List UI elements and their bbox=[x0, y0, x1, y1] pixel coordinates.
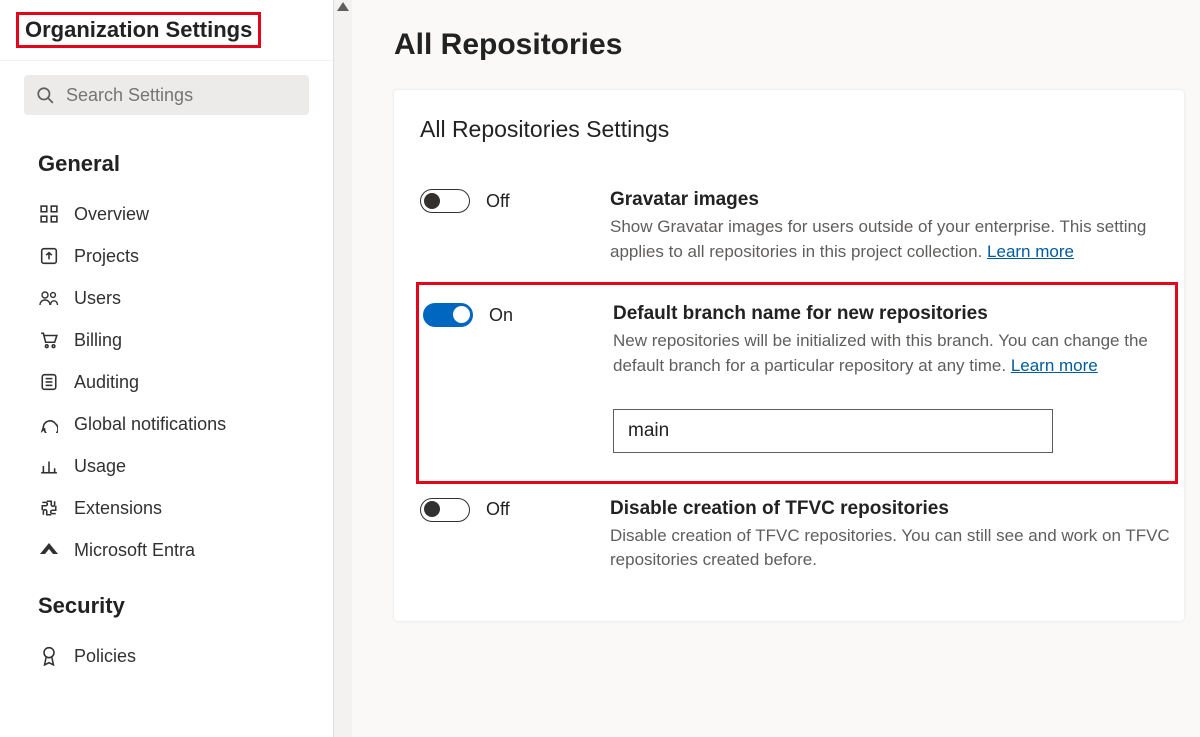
nav-list-general: Overview Projects Users Billing Auditing… bbox=[0, 187, 333, 571]
page-title: All Repositories bbox=[394, 28, 1190, 62]
nav-label: Policies bbox=[74, 646, 136, 667]
setting-description: Show Gravatar images for users outside o… bbox=[610, 215, 1170, 264]
badge-icon bbox=[38, 645, 60, 667]
chat-icon bbox=[38, 413, 60, 435]
nav-label: Users bbox=[74, 288, 121, 309]
nav-label: Microsoft Entra bbox=[74, 540, 195, 561]
section-header-security: Security bbox=[0, 571, 333, 629]
entra-icon bbox=[38, 539, 60, 561]
learn-more-link[interactable]: Learn more bbox=[1011, 356, 1098, 375]
sidebar-item-auditing[interactable]: Auditing bbox=[0, 361, 333, 403]
sidebar-title: Organization Settings bbox=[16, 12, 261, 48]
sidebar: Organization Settings General Overview P… bbox=[0, 0, 334, 737]
toggle-state-gravatar: Off bbox=[486, 191, 510, 212]
users-icon bbox=[38, 287, 60, 309]
setting-description: New repositories will be initialized wit… bbox=[613, 329, 1171, 378]
list-icon bbox=[38, 371, 60, 393]
nav-label: Global notifications bbox=[74, 414, 226, 435]
setting-title: Disable creation of TFVC repositories bbox=[610, 498, 1178, 520]
puzzle-icon bbox=[38, 497, 60, 519]
sidebar-item-billing[interactable]: Billing bbox=[0, 319, 333, 361]
sidebar-item-extensions[interactable]: Extensions bbox=[0, 487, 333, 529]
toggle-default-branch[interactable] bbox=[423, 303, 473, 327]
search-input[interactable] bbox=[64, 84, 297, 107]
sidebar-item-global-notifications[interactable]: Global notifications bbox=[0, 403, 333, 445]
setting-title: Default branch name for new repositories bbox=[613, 303, 1171, 325]
toggle-state-disable-tfvc: Off bbox=[486, 499, 510, 520]
sidebar-item-projects[interactable]: Projects bbox=[0, 235, 333, 277]
scroll-up-arrow-icon bbox=[337, 2, 349, 11]
box-up-icon bbox=[38, 245, 60, 267]
cart-icon bbox=[38, 329, 60, 351]
nav-label: Projects bbox=[74, 246, 139, 267]
search-box[interactable] bbox=[24, 75, 309, 115]
nav-label: Overview bbox=[74, 204, 149, 225]
nav-label: Usage bbox=[74, 456, 126, 477]
nav-label: Extensions bbox=[74, 498, 162, 519]
setting-row-disable-tfvc: Off Disable creation of TFVC repositorie… bbox=[420, 484, 1178, 591]
search-icon bbox=[36, 86, 54, 104]
sidebar-scrollbar[interactable] bbox=[334, 0, 352, 737]
sidebar-item-usage[interactable]: Usage bbox=[0, 445, 333, 487]
grid-icon bbox=[38, 203, 60, 225]
sidebar-item-users[interactable]: Users bbox=[0, 277, 333, 319]
settings-card: All Repositories Settings Off Gravatar i… bbox=[394, 90, 1184, 621]
toggle-disable-tfvc[interactable] bbox=[420, 498, 470, 522]
card-title: All Repositories Settings bbox=[420, 116, 1178, 143]
setting-row-default-branch: On Default branch name for new repositor… bbox=[416, 282, 1178, 483]
nav-label: Auditing bbox=[74, 372, 139, 393]
sidebar-item-overview[interactable]: Overview bbox=[0, 193, 333, 235]
section-header-general: General bbox=[0, 129, 333, 187]
toggle-state-default-branch: On bbox=[489, 305, 513, 326]
sidebar-item-microsoft-entra[interactable]: Microsoft Entra bbox=[0, 529, 333, 571]
setting-row-gravatar: Off Gravatar images Show Gravatar images… bbox=[420, 175, 1178, 282]
toggle-gravatar[interactable] bbox=[420, 189, 470, 213]
learn-more-link[interactable]: Learn more bbox=[987, 242, 1074, 261]
nav-list-security: Policies bbox=[0, 629, 333, 677]
setting-description: Disable creation of TFVC repositories. Y… bbox=[610, 524, 1170, 573]
nav-label: Billing bbox=[74, 330, 122, 351]
main-content: All Repositories All Repositories Settin… bbox=[352, 0, 1200, 737]
chart-icon bbox=[38, 455, 60, 477]
sidebar-item-policies[interactable]: Policies bbox=[0, 635, 333, 677]
default-branch-input[interactable] bbox=[613, 409, 1053, 453]
setting-title: Gravatar images bbox=[610, 189, 1178, 211]
